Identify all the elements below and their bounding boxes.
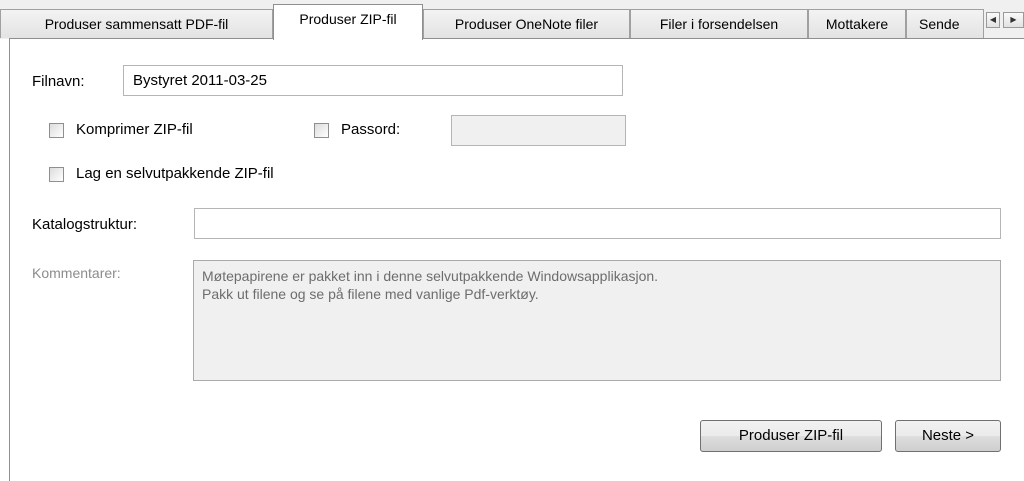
tab-strip: Produser sammensatt PDF-fil Produser ZIP… <box>0 0 1024 40</box>
tab-produser-onenote[interactable]: Produser OneNote filer <box>423 9 630 38</box>
chevron-right-icon: ▶ <box>1010 15 1017 24</box>
self-extracting-zip-checkbox[interactable] <box>49 167 64 182</box>
compress-zip-label: Komprimer ZIP-fil <box>76 121 193 138</box>
next-button[interactable]: Neste > <box>895 420 1001 452</box>
tab-sende[interactable]: Sende <box>906 9 984 38</box>
chevron-left-icon: ◀ <box>989 15 997 24</box>
tab-mottakere[interactable]: Mottakere <box>808 9 906 38</box>
password-label: Passord: <box>341 121 401 138</box>
catalog-structure-label: Katalogstruktur: <box>32 216 138 233</box>
tab-produser-zip[interactable]: Produser ZIP-fil <box>273 4 423 40</box>
produce-zip-button[interactable]: Produser ZIP-fil <box>700 420 882 452</box>
comments-line-2: Pakk ut filene og se på filene med vanli… <box>202 286 539 302</box>
tab-scroll-left-button[interactable]: ◀ <box>986 12 1000 28</box>
comments-label: Kommentarer: <box>32 265 121 281</box>
tab-produser-sammensatt-pdf[interactable]: Produser sammensatt PDF-fil <box>0 9 273 38</box>
tab-scroll-right-button[interactable]: ▶ <box>1003 12 1024 28</box>
password-checkbox[interactable] <box>314 123 329 138</box>
tab-filer-i-forsendelsen[interactable]: Filer i forsendelsen <box>630 9 808 38</box>
self-extracting-zip-label: Lag en selvutpakkende ZIP-fil <box>76 165 274 182</box>
comments-textarea[interactable]: Møtepapirene er pakket inn i denne selvu… <box>193 260 1001 381</box>
password-input[interactable] <box>451 115 626 146</box>
comments-line-1: Møtepapirene er pakket inn i denne selvu… <box>202 268 659 284</box>
zip-tab-panel: Filnavn: Bystyret 2011-03-25 Komprimer Z… <box>9 38 1024 481</box>
compress-zip-checkbox[interactable] <box>49 123 64 138</box>
filename-input[interactable]: Bystyret 2011-03-25 <box>123 65 623 96</box>
catalog-structure-input[interactable] <box>194 208 1001 239</box>
filename-label: Filnavn: <box>32 73 85 90</box>
